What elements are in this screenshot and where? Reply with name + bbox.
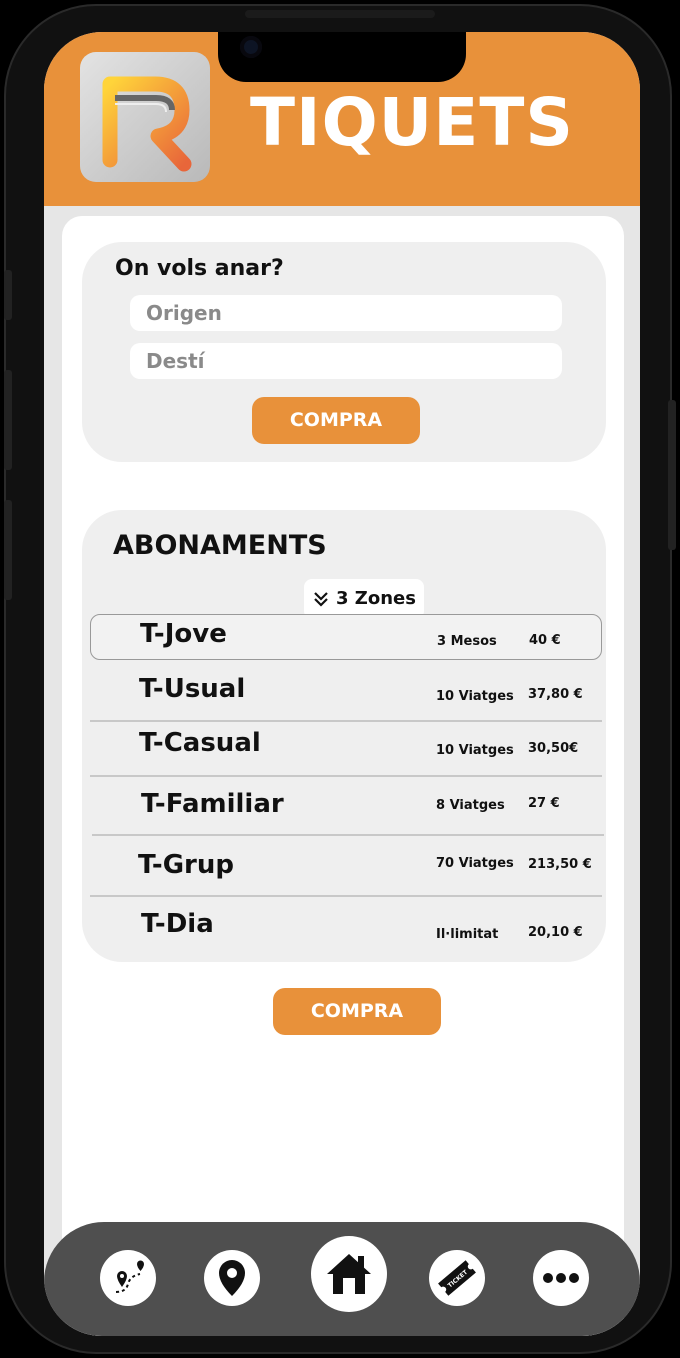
phone-speaker xyxy=(245,10,435,18)
subscription-price: 30,50€ xyxy=(528,741,579,756)
app-logo xyxy=(80,52,210,182)
subscription-trips: 10 Viatges xyxy=(436,743,514,758)
subscription-name: T-Dia xyxy=(141,909,214,939)
subscription-trips: 10 Viatges xyxy=(436,689,514,704)
nav-route-button[interactable] xyxy=(100,1250,156,1306)
subscription-row-t-casual[interactable]: T-Casual 10 Viatges 30,50€ xyxy=(90,722,602,777)
subscription-price: 40 € xyxy=(529,633,561,648)
origin-input[interactable]: Origen xyxy=(130,295,562,331)
main-content: On vols anar? Origen Destí COMPRA ABONAM… xyxy=(62,216,624,1336)
subscription-trips: 3 Mesos xyxy=(437,634,497,649)
buy-subscription-button[interactable]: COMPRA xyxy=(273,988,441,1035)
phone-notch xyxy=(218,32,466,82)
subscription-name: T-Casual xyxy=(139,728,261,758)
volume-down-button xyxy=(4,500,12,600)
subscription-price: 37,80 € xyxy=(528,687,583,702)
subscription-name: T-Familiar xyxy=(141,789,284,819)
power-button xyxy=(668,400,676,550)
subscriptions-title: ABONAMENTS xyxy=(113,530,327,561)
page-title: TIQUETS xyxy=(250,84,574,161)
location-pin-icon xyxy=(219,1260,245,1296)
route-question: On vols anar? xyxy=(115,256,284,281)
subscription-trips: 8 Viatges xyxy=(436,798,505,813)
subscription-row-t-jove[interactable]: T-Jove 3 Mesos 40 € xyxy=(90,614,602,660)
side-button xyxy=(4,270,12,320)
subscription-price: 20,10 € xyxy=(528,925,583,940)
nav-home-button[interactable] xyxy=(311,1236,387,1312)
subscriptions-card: ABONAMENTS 3 Zones T-Jove 3 Mesos 40 € T… xyxy=(82,510,606,962)
nav-more-button[interactable] xyxy=(533,1250,589,1306)
subscription-price: 27 € xyxy=(528,796,560,811)
nav-tickets-button[interactable]: TICKET xyxy=(429,1250,485,1306)
route-icon xyxy=(115,1260,144,1293)
subscription-name: T-Jove xyxy=(140,619,227,649)
route-search-card: On vols anar? Origen Destí COMPRA xyxy=(82,242,606,462)
subscription-name: T-Usual xyxy=(139,674,246,704)
subscription-row-t-familiar[interactable]: T-Familiar 8 Viatges 27 € xyxy=(92,777,604,836)
home-icon xyxy=(327,1254,371,1294)
app-screen: TIQUETS On vols anar? Origen Destí COMPR… xyxy=(44,32,640,1336)
volume-up-button xyxy=(4,370,12,470)
subscription-row-t-grup[interactable]: T-Grup 70 Viatges 213,50 € xyxy=(90,836,602,897)
subscription-trips: Il·limitat xyxy=(436,927,499,942)
front-camera xyxy=(240,36,262,58)
destination-input[interactable]: Destí xyxy=(130,343,562,379)
buy-ticket-button[interactable]: COMPRA xyxy=(252,397,420,444)
ticket-icon: TICKET xyxy=(438,1260,476,1296)
subscription-row-t-dia[interactable]: T-Dia Il·limitat 20,10 € xyxy=(90,897,602,957)
more-icon xyxy=(543,1273,579,1283)
zones-label: 3 Zones xyxy=(336,588,416,609)
nav-location-button[interactable] xyxy=(204,1250,260,1306)
zones-dropdown[interactable]: 3 Zones xyxy=(304,579,424,619)
subscription-name: T-Grup xyxy=(138,850,234,880)
chevron-double-down-icon xyxy=(314,592,328,607)
subscription-price: 213,50 € xyxy=(528,857,592,872)
subscription-trips: 70 Viatges xyxy=(436,856,514,871)
subscription-row-t-usual[interactable]: T-Usual 10 Viatges 37,80 € xyxy=(90,662,602,722)
bottom-navigation: TICKET xyxy=(44,1222,640,1336)
